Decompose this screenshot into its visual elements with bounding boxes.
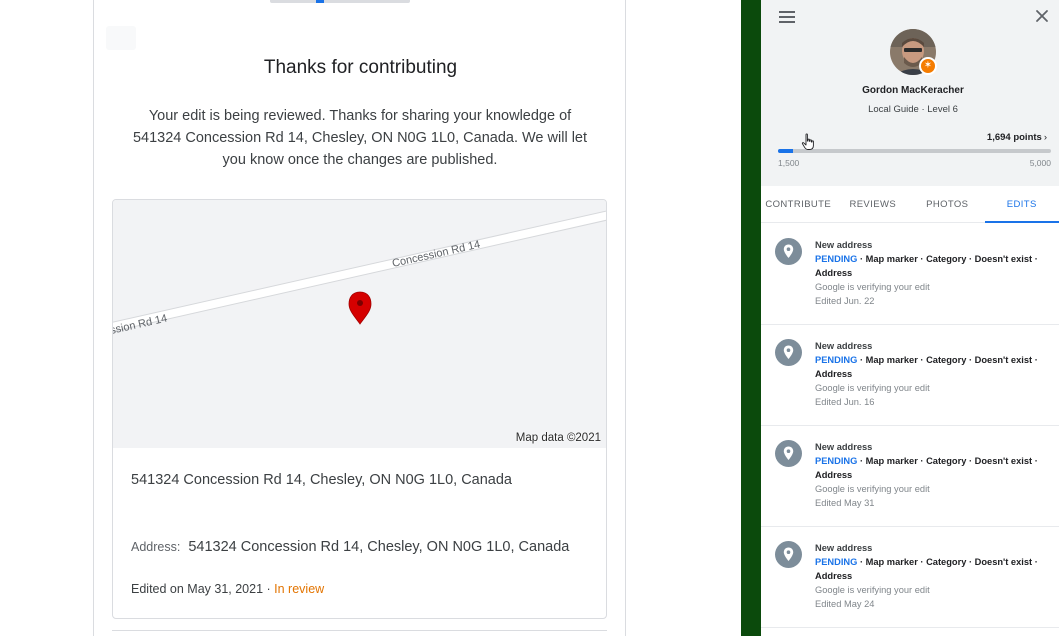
edit-list-item[interactable]: New address PENDING · Map marker · Categ… [761,527,1059,628]
edit-list-item[interactable]: New address PENDING · Map marker · Categ… [761,325,1059,426]
thanks-title: Thanks for contributing [263,57,458,78]
edits-list: New address PENDING · Map marker · Categ… [761,224,1059,628]
review-status: In review [274,582,325,596]
edit-list-item[interactable]: New address PENDING · Map marker · Categ… [761,426,1059,527]
tab-reviews[interactable]: REVIEWS [836,186,911,222]
profile-panel: ✶ Gordon MacKeracher Local Guide · Level… [761,0,1059,636]
location-pin-icon [775,238,802,265]
profile-header: ✶ Gordon MacKeracher Local Guide · Level… [761,0,1059,186]
menu-icon[interactable] [779,11,795,25]
edit-title: New address [815,240,873,250]
profile-tabs: CONTRIBUTE REVIEWS PHOTOS EDITS [761,186,1059,223]
edit-status: PENDING [815,355,858,365]
address-label: Address: [131,540,181,554]
points-value: 1,694 points [986,132,1042,143]
level-progress-bar [778,149,1051,153]
next-card-edge [112,630,607,631]
top-strip [270,0,410,3]
edit-date: Edited May 24 [815,599,875,609]
contribution-panel: Thanks for contributing Your edit is bei… [93,0,626,636]
location-pin-icon [775,339,802,366]
tab-edits[interactable]: EDITS [984,186,1059,223]
edit-list-item[interactable]: New address PENDING · Map marker · Categ… [761,224,1059,325]
user-level: Local Guide · Level 6 [868,104,958,115]
level-progress-fill [778,149,793,153]
edited-date: Edited on May 31, 2021 [131,582,264,596]
edit-title: New address [815,543,873,553]
edit-date: Edited Jun. 16 [815,397,875,407]
separator: · [263,582,275,596]
edit-fields: · Map marker · Category · Doesn't exist … [857,456,1038,466]
edit-fields-last: Address [815,571,853,581]
points-link[interactable]: 1,694 points › [987,132,1047,143]
edit-date: Edited May 31 [815,498,875,508]
road-label-right: Concession Rd 14 [391,239,481,270]
progress-max: 5,000 [1029,158,1051,168]
edit-note: Google is verifying your edit [815,585,930,595]
place-name: 541324 Concession Rd 14, Chesley, ON N0G… [131,472,512,488]
edit-status: PENDING [815,254,858,264]
location-pin-icon [775,541,802,568]
edit-fields: · Map marker · Category · Doesn't exist … [857,557,1038,567]
map-canvas: Concession Rd 14 ssion Rd 14 [113,210,606,337]
map-credit: Map data ©2021 [515,432,601,444]
place-card: Concession Rd 14 ssion Rd 14 Map data ©2… [112,199,607,619]
tab-photos[interactable]: PHOTOS [910,186,985,222]
tab-contribute[interactable]: CONTRIBUTE [761,186,836,222]
edit-note: Google is verifying your edit [815,282,930,292]
chevron-right-icon: › [1043,132,1047,143]
close-icon[interactable] [1034,8,1050,24]
edit-title: New address [815,442,873,452]
edit-fields-last: Address [815,268,853,278]
edit-note: Google is verifying your edit [815,484,930,494]
hand-cursor-icon [801,133,814,150]
edit-fields-last: Address [815,470,853,480]
location-pin-icon [775,440,802,467]
edit-fields: · Map marker · Category · Doesn't exist … [857,355,1038,365]
window-divider [741,0,761,636]
map-marker-icon[interactable] [348,291,372,325]
edit-fields: · Map marker · Category · Doesn't exist … [857,254,1038,264]
edit-fields-last: Address [815,369,853,379]
user-name[interactable]: Gordon MacKeracher [761,85,1059,96]
edit-status: PENDING [815,456,858,466]
address-row: Address: 541324 Concession Rd 14, Chesley… [131,539,569,555]
placeholder-box [106,26,136,50]
progress-min: 1,500 [778,158,800,168]
edited-row: Edited on May 31, 2021 · In review [131,582,324,596]
edit-status: PENDING [815,557,858,567]
edit-date: Edited Jun. 22 [815,296,875,306]
top-strip-accent [316,0,324,3]
local-guide-badge-icon: ✶ [919,57,937,75]
edit-note: Google is verifying your edit [815,383,930,393]
map-preview[interactable]: Concession Rd 14 ssion Rd 14 Map data ©2… [113,200,606,448]
address-value: 541324 Concession Rd 14, Chesley, ON N0G… [188,539,570,555]
thanks-message: Your edit is being reviewed. Thanks for … [132,108,588,168]
edit-title: New address [815,341,873,351]
